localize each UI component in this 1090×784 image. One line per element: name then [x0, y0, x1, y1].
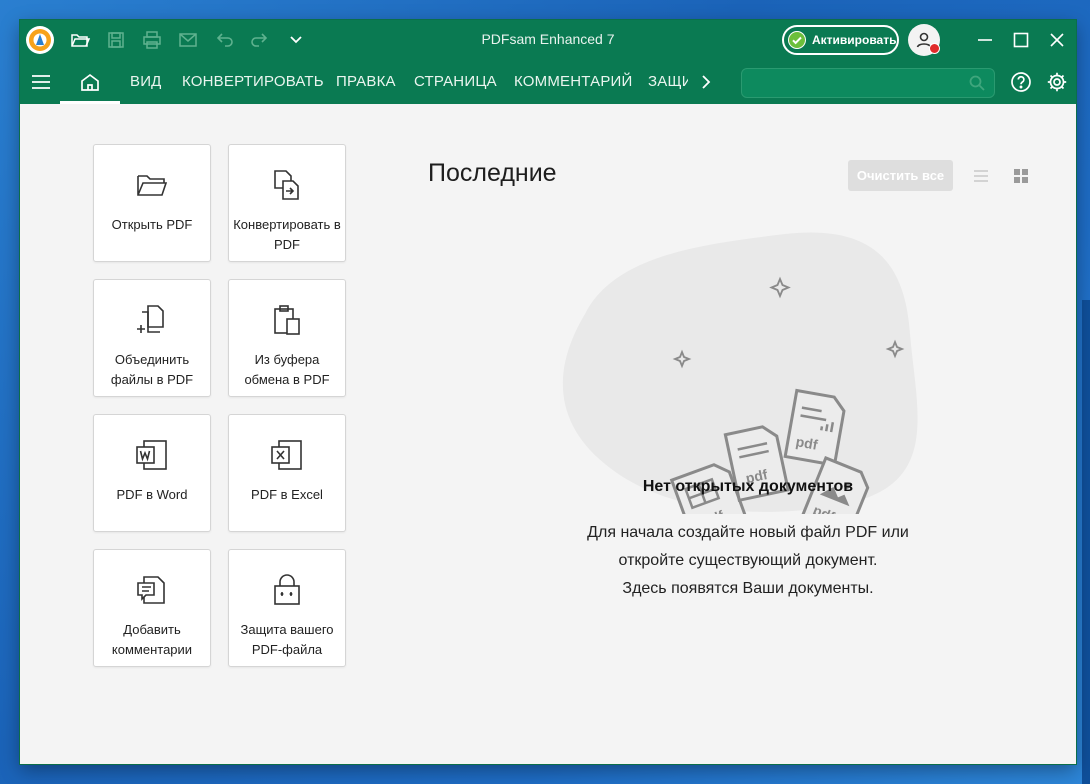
undo-icon[interactable] [213, 29, 235, 51]
tab-comment[interactable]: КОММЕНТАРИЙ [514, 60, 633, 104]
tile-label: Конвертировать в PDF [233, 217, 341, 252]
add-comments-tile[interactable]: Добавить комментарии [93, 549, 211, 667]
convert-icon [229, 167, 345, 203]
mail-icon[interactable] [177, 29, 199, 51]
pdf-document-icon: pdf [783, 388, 846, 467]
tab-protect[interactable]: ЗАЩИ [648, 60, 688, 104]
clipboard-to-pdf-tile[interactable]: Из буфера обмена в PDF [228, 279, 346, 397]
recent-title: Последние [428, 159, 557, 187]
hamburger-menu-icon[interactable] [30, 71, 52, 93]
redo-icon[interactable] [249, 29, 271, 51]
pdf-to-excel-tile[interactable]: PDF в Excel [228, 414, 346, 532]
comment-icon [94, 572, 210, 608]
home-content: Открыть PDF Конвертировать в PDF Объедин… [20, 104, 1076, 764]
grid-view-icon[interactable] [1011, 166, 1031, 186]
tile-label: Добавить комментарии [111, 622, 193, 657]
minimize-icon [978, 39, 992, 41]
tab-convert[interactable]: КОНВЕРТИРОВАТЬ [182, 60, 324, 104]
open-folder-icon[interactable] [69, 29, 91, 51]
search-icon[interactable] [968, 74, 986, 97]
desktop-edge [1082, 300, 1090, 784]
close-icon [1050, 33, 1064, 47]
merge-to-pdf-tile[interactable]: Объединить файлы в PDF [93, 279, 211, 397]
app-logo-icon[interactable] [26, 26, 54, 54]
empty-state-line: откройте существующий документ. [618, 552, 878, 569]
save-icon[interactable] [105, 29, 127, 51]
minimize-button[interactable] [972, 28, 998, 52]
folder-open-icon [94, 167, 210, 203]
empty-state-title: Нет открытых документов [642, 478, 854, 495]
home-icon [81, 73, 99, 91]
settings-gear-icon[interactable] [1046, 71, 1068, 93]
tile-label: Из буфера обмена в PDF [244, 352, 330, 387]
tile-label: Открыть PDF [111, 217, 193, 232]
app-window: PDFsam Enhanced 7 Активировать ВИД КОНВЕ… [20, 20, 1076, 764]
open-pdf-tile[interactable]: Открыть PDF [93, 144, 211, 262]
notification-dot [929, 43, 940, 54]
chevron-down-icon[interactable] [285, 29, 307, 51]
help-icon[interactable] [1010, 71, 1032, 93]
convert-to-pdf-tile[interactable]: Конвертировать в PDF [228, 144, 346, 262]
title-bar: PDFsam Enhanced 7 Активировать [20, 20, 1076, 60]
list-view-icon[interactable] [971, 166, 991, 186]
tab-edit[interactable]: ПРАВКА [336, 60, 396, 104]
user-avatar[interactable] [908, 24, 940, 56]
pdf-to-word-tile[interactable]: PDF в Word [93, 414, 211, 532]
tab-home[interactable] [60, 60, 120, 104]
activate-button[interactable]: Активировать [782, 25, 899, 55]
search-box[interactable] [741, 68, 995, 98]
merge-icon [94, 302, 210, 338]
empty-documents-illustration: pdf pdf pdf pdf [562, 232, 918, 514]
print-icon[interactable] [141, 29, 163, 51]
chevron-right-icon[interactable] [696, 72, 716, 92]
check-icon [788, 31, 806, 49]
empty-state-line: Здесь появятся Ваши документы. [622, 580, 874, 597]
ribbon-menu: ВИД КОНВЕРТИРОВАТЬ ПРАВКА СТРАНИЦА КОММЕ… [20, 60, 1076, 104]
clipboard-icon [229, 302, 345, 338]
empty-state-line: Для начала создайте новый файл PDF или [587, 524, 909, 541]
excel-icon [229, 437, 345, 473]
tile-label: PDF в Excel [251, 487, 323, 502]
tile-label: PDF в Word [116, 487, 188, 502]
tab-page[interactable]: СТРАНИЦА [414, 60, 497, 104]
word-icon [94, 437, 210, 473]
maximize-button[interactable] [1008, 28, 1034, 52]
tab-view[interactable]: ВИД [130, 60, 162, 104]
clear-all-button[interactable]: Очистить все [848, 160, 953, 191]
activate-label: Активировать [812, 33, 897, 47]
protect-pdf-tile[interactable]: Защита вашего PDF-файла [228, 549, 346, 667]
close-button[interactable] [1044, 28, 1070, 52]
lock-icon [229, 572, 345, 608]
tile-label: Объединить файлы в PDF [110, 352, 194, 387]
tile-label: Защита вашего PDF-файла [240, 622, 334, 657]
search-input[interactable] [750, 73, 964, 95]
maximize-icon [1013, 32, 1029, 48]
